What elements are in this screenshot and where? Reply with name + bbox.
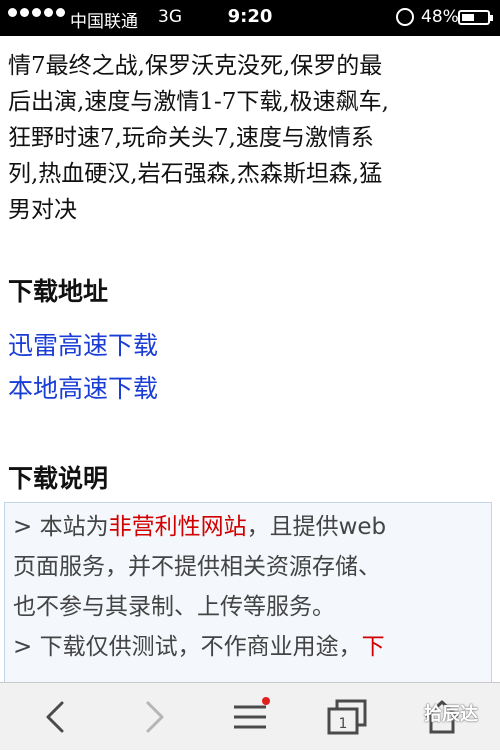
battery-percentage: 48%	[421, 7, 459, 27]
menu-button[interactable]	[215, 683, 285, 751]
status-bar: 中国联通 3G 9:20 48%	[0, 0, 500, 36]
watermark-logo: 拾辰达	[424, 704, 478, 725]
article-text: 情7最终之战,保罗沃克没死,保罗的最 后出演,速度与激情1-7下载,极速飙车, …	[8, 36, 494, 228]
forward-icon	[146, 701, 164, 733]
download-notes-heading: 下载说明	[8, 464, 109, 493]
notice-highlight: 非营利性网站	[108, 514, 247, 540]
notice-line-4: > 下载仅供测试，不作商业用途，下	[13, 627, 491, 667]
tabs-icon: 1	[327, 699, 367, 735]
article-line: 男对决	[8, 197, 77, 223]
forward-button[interactable]	[120, 683, 190, 751]
notice-line-3: 也不参与其录制、上传等服务。	[13, 594, 335, 620]
battery-icon	[458, 10, 493, 25]
download-heading: 下载地址	[8, 277, 109, 306]
tab-count: 1	[339, 716, 348, 732]
notice-text: > 下载仅供测试，不作商业用途，	[13, 634, 362, 660]
notice-text: > 本站为	[13, 514, 109, 540]
battery-fill	[462, 14, 474, 21]
notice-line-1: > 本站为非营利性网站，且提供web	[13, 507, 491, 547]
local-download-link[interactable]: 本地高速下载	[8, 369, 158, 405]
notice-line-2: 页面服务，并不提供相关资源存储、	[13, 554, 381, 580]
xunlei-download-link[interactable]: 迅雷高速下载	[8, 326, 158, 362]
article-line: 情7最终之战,保罗沃克没死,保罗的最	[8, 53, 383, 79]
download-notice-box: > 本站为非营利性网站，且提供web 页面服务，并不提供相关资源存储、 也不参与…	[4, 502, 492, 682]
rotation-lock-icon	[396, 8, 414, 26]
page-content[interactable]: 情7最终之战,保罗沃克没死,保罗的最 后出演,速度与激情1-7下载,极速飙车, …	[0, 36, 500, 682]
back-button[interactable]	[20, 683, 90, 751]
article-line-clipped	[8, 36, 494, 48]
notice-highlight: 下	[361, 634, 385, 660]
menu-icon	[234, 697, 270, 729]
article-line: 狂野时速7,玩命关头7,速度与激情系	[8, 125, 374, 151]
article-line: 列,热血硬汉,岩石强森,杰森斯坦森,猛	[8, 161, 383, 187]
notice-text: ，且提供web	[246, 514, 387, 540]
tabs-button[interactable]: 1	[312, 683, 382, 751]
back-icon	[46, 701, 64, 733]
article-line: 后出演,速度与激情1-7下载,极速飙车,	[8, 89, 389, 115]
